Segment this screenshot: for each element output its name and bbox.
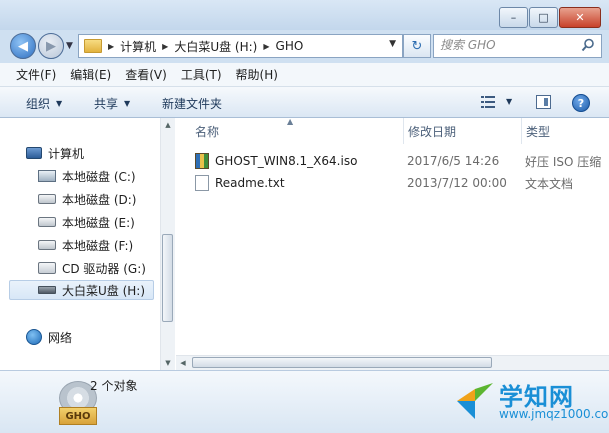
cd-drive-icon xyxy=(38,262,56,274)
address-bar[interactable]: ▶ 计算机 ▶ 大白菜U盘 (H:) ▶ GHO ▼ xyxy=(78,34,403,58)
menu-help[interactable]: 帮助(H) xyxy=(229,66,285,83)
refresh-icon: ↻ xyxy=(411,38,423,54)
sidebar-item-label: 本地磁盘 (C:) xyxy=(62,169,136,184)
sidebar-item-drive-f[interactable]: 本地磁盘 (F:) xyxy=(38,235,133,255)
breadcrumb-separator-icon[interactable]: ▶ xyxy=(162,42,168,51)
sidebar-item-cd-drive-g[interactable]: CD 驱动器 (G:) xyxy=(38,258,146,278)
drive-icon xyxy=(38,240,56,250)
caption-buttons: – □ ✕ xyxy=(499,7,601,28)
preview-pane-icon[interactable] xyxy=(536,95,551,109)
sidebar-item-network[interactable]: 网络 xyxy=(26,327,72,347)
sidebar-item-label: 大白菜U盘 (H:) xyxy=(62,283,146,298)
new-folder-button[interactable]: 新建文件夹 xyxy=(162,95,222,112)
menu-edit[interactable]: 编辑(E) xyxy=(63,66,118,83)
organize-button[interactable]: 组织 ▼ xyxy=(26,95,62,112)
file-list: ▲ 名称 修改日期 类型 GHOST_WIN8.1_X64.iso 2017/6… xyxy=(175,117,609,370)
folder-icon xyxy=(84,39,102,53)
navigation-pane: 计算机 本地磁盘 (C:) 本地磁盘 (D:) 本地磁盘 (E:) 本地磁盘 (… xyxy=(0,118,175,370)
refresh-button[interactable]: ↻ xyxy=(403,34,431,58)
sidebar-item-label: 本地磁盘 (D:) xyxy=(62,192,137,207)
view-options-icon[interactable] xyxy=(481,96,495,108)
file-name: Readme.txt xyxy=(215,176,285,190)
chevron-down-icon: ▼ xyxy=(56,99,63,108)
table-row[interactable]: GHOST_WIN8.1_X64.iso 2017/6/5 14:26 好压 I… xyxy=(195,151,609,171)
recent-pages-dropdown[interactable]: ▼ xyxy=(66,41,73,51)
file-date: 2017/6/5 14:26 xyxy=(407,154,500,168)
watermark-logo: 学知网 www.jmqz1000.com xyxy=(455,375,609,431)
sidebar-item-drive-d[interactable]: 本地磁盘 (D:) xyxy=(38,189,136,209)
menu-file[interactable]: 文件(F) xyxy=(0,66,63,83)
menu-view[interactable]: 查看(V) xyxy=(118,66,174,83)
item-count: 2 个对象 xyxy=(90,379,138,393)
file-name: GHOST_WIN8.1_X64.iso xyxy=(215,154,358,168)
chevron-down-icon: ▼ xyxy=(124,99,131,108)
back-button[interactable]: ◀ xyxy=(10,33,36,59)
title-bar[interactable]: – □ ✕ xyxy=(0,0,609,30)
file-type: 文本文档 xyxy=(525,176,574,191)
system-drive-icon xyxy=(38,170,56,182)
navigation-bar: ◀ ▶ ▼ ▶ 计算机 ▶ 大白菜U盘 (H:) ▶ GHO ▼ ↻ xyxy=(0,30,609,62)
file-date: 2013/7/12 00:00 xyxy=(407,176,507,190)
scrollbar-thumb[interactable] xyxy=(162,234,173,322)
share-button[interactable]: 共享 ▼ xyxy=(94,95,130,112)
maximize-button[interactable]: □ xyxy=(529,7,558,28)
arrow-right-icon: ▶ xyxy=(46,38,56,54)
sidebar-item-computer[interactable]: 计算机 xyxy=(26,143,84,163)
computer-icon xyxy=(26,147,42,159)
watermark-logo-icon xyxy=(457,383,493,419)
breadcrumb-usb-drive[interactable]: 大白菜U盘 (H:) xyxy=(174,38,257,55)
search-input[interactable] xyxy=(440,38,575,52)
breadcrumb-gho[interactable]: GHO xyxy=(276,39,304,53)
gho-folder-icon: GHO xyxy=(27,377,97,425)
menu-tools[interactable]: 工具(T) xyxy=(174,66,229,83)
explorer-window: – □ ✕ ◀ ▶ ▼ ▶ 计算机 ▶ 大白菜U盘 (H:) ▶ GHO ▼ ↻ xyxy=(0,0,609,433)
sidebar-item-label: CD 驱动器 (G:) xyxy=(62,261,146,276)
sidebar-item-label: 网络 xyxy=(48,330,73,345)
usb-drive-icon xyxy=(38,286,56,294)
column-header-date-modified[interactable]: 修改日期 xyxy=(403,118,521,144)
iso-file-icon xyxy=(195,153,209,169)
file-type: 好压 ISO 压缩 xyxy=(525,154,602,169)
column-header-type[interactable]: 类型 xyxy=(521,118,609,144)
scroll-left-icon[interactable]: ◀ xyxy=(176,356,190,370)
text-file-icon xyxy=(195,175,209,191)
scroll-down-icon[interactable]: ▼ xyxy=(161,356,175,370)
search-box[interactable] xyxy=(433,34,602,58)
close-button[interactable]: ✕ xyxy=(559,7,601,28)
table-row[interactable]: Readme.txt 2013/7/12 00:00 文本文档 xyxy=(195,173,609,193)
breadcrumb-separator-icon[interactable]: ▶ xyxy=(108,42,114,51)
sidebar-item-label: 本地磁盘 (E:) xyxy=(62,215,135,230)
gho-icon-label: GHO xyxy=(59,407,97,425)
address-history-dropdown[interactable]: ▼ xyxy=(389,39,396,49)
column-header-name[interactable]: 名称 xyxy=(195,118,403,144)
sidebar-item-label: 计算机 xyxy=(48,146,85,161)
breadcrumb-computer[interactable]: 计算机 xyxy=(120,38,156,55)
search-icon[interactable] xyxy=(581,38,595,52)
command-bar: 组织 ▼ 共享 ▼ 新建文件夹 ▼ ? xyxy=(0,87,609,118)
breadcrumb-separator-icon[interactable]: ▶ xyxy=(263,42,269,51)
file-list-horizontal-scrollbar[interactable]: ◀ xyxy=(176,355,609,370)
forward-button[interactable]: ▶ xyxy=(38,33,64,59)
drive-icon xyxy=(38,194,56,204)
drive-icon xyxy=(38,217,56,227)
menu-bar: 文件(F) 编辑(E) 查看(V) 工具(T) 帮助(H) xyxy=(0,63,609,87)
watermark-url: www.jmqz1000.com xyxy=(499,407,609,421)
minimize-button[interactable]: – xyxy=(499,7,528,28)
network-icon xyxy=(26,329,42,345)
view-options-dropdown[interactable]: ▼ xyxy=(506,97,512,106)
help-icon[interactable]: ? xyxy=(572,94,590,112)
scroll-up-icon[interactable]: ▲ xyxy=(161,118,175,132)
sidebar-item-label: 本地磁盘 (F:) xyxy=(62,238,134,253)
sidebar-item-drive-e[interactable]: 本地磁盘 (E:) xyxy=(38,212,135,232)
sidebar-item-drive-c[interactable]: 本地磁盘 (C:) xyxy=(38,166,136,186)
sidebar-item-usb-drive-h[interactable]: 大白菜U盘 (H:) xyxy=(9,280,154,300)
organize-label: 组织 xyxy=(26,97,51,111)
arrow-left-icon: ◀ xyxy=(18,38,28,54)
share-label: 共享 xyxy=(94,97,119,111)
navigation-pane-scrollbar[interactable]: ▲ ▼ xyxy=(160,118,175,370)
scrollbar-thumb[interactable] xyxy=(192,357,492,368)
